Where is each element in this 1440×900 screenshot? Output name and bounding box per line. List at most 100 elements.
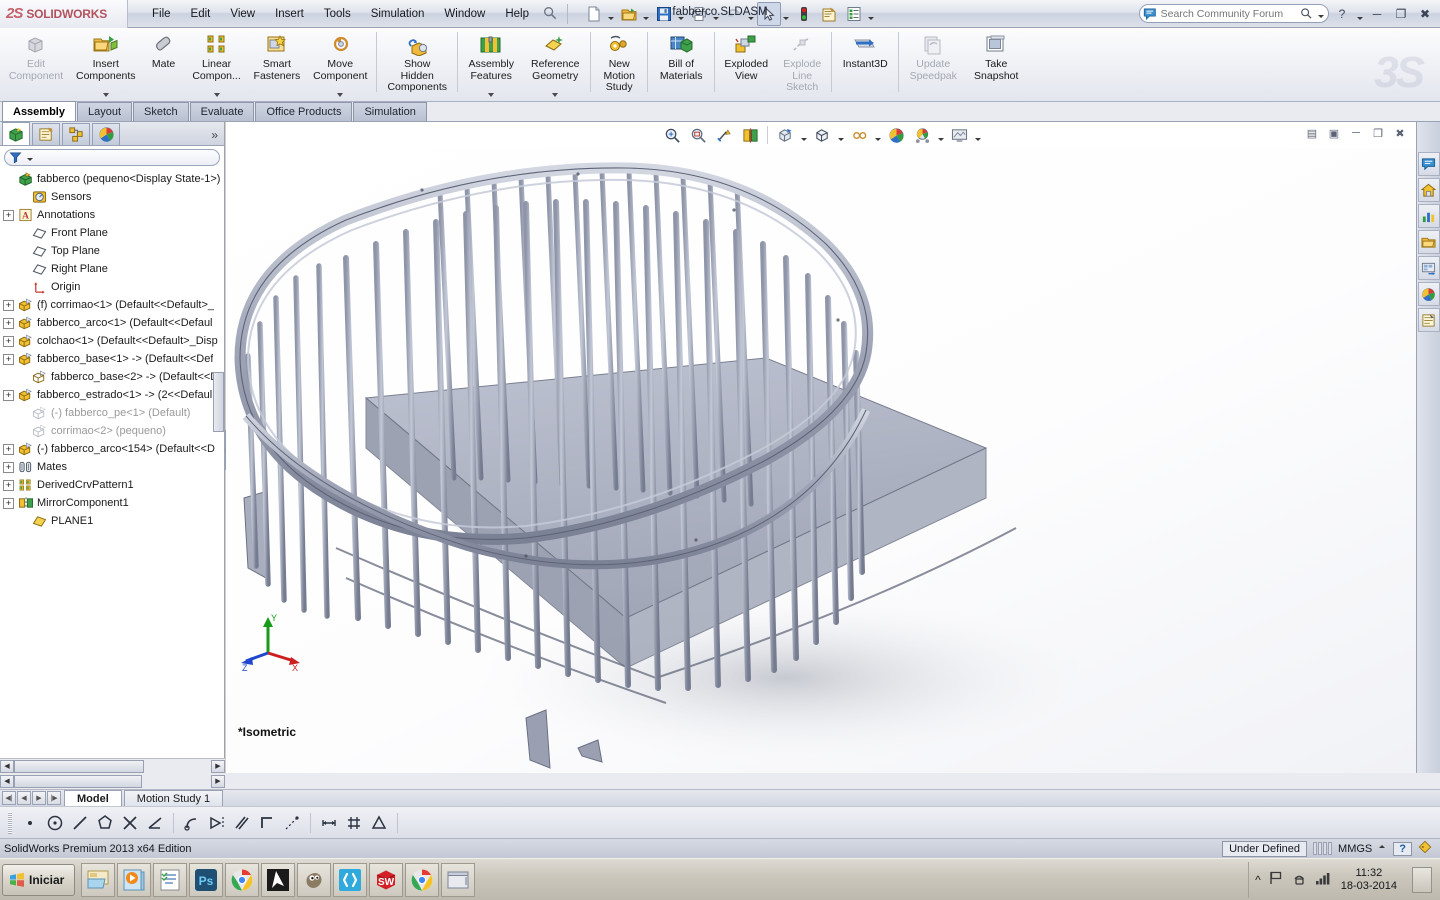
take-snapshot-button[interactable]: Take Snapshot (965, 28, 1027, 100)
tree-expand-toggle[interactable]: + (3, 461, 14, 473)
pin-menu-icon[interactable] (539, 2, 563, 26)
previous-tab-button[interactable]: ◀ (17, 791, 31, 805)
tab-sketch[interactable]: Sketch (133, 102, 189, 121)
select-dropdown[interactable] (782, 2, 791, 26)
close-doc-button[interactable]: ✖ (1390, 124, 1410, 142)
tile-vertically-button[interactable]: ▣ (1324, 124, 1344, 142)
show-hidden-components-button[interactable]: Show Hidden Components (379, 28, 455, 100)
zoom-to-fit-icon[interactable] (660, 124, 684, 146)
taskbar-clock[interactable]: 11:32 18-03-2014 (1337, 867, 1401, 893)
inkscape-icon[interactable] (261, 862, 296, 897)
file-explorer-icon[interactable] (1417, 204, 1440, 228)
hide-show-items-dropdown[interactable] (873, 124, 882, 146)
chrome-icon[interactable] (225, 862, 260, 897)
tree-item-fabberco-arco-1[interactable]: + fabberco_arco<1> (Default<<Defaul (0, 314, 224, 332)
exploded-view-button[interactable]: Exploded View (717, 28, 775, 100)
construction-geometry-icon[interactable] (280, 811, 304, 835)
scroll-right-arrow[interactable]: ▶ (211, 759, 225, 773)
tag-icon[interactable] (1418, 840, 1432, 857)
minimize-window-button[interactable]: ─ (1366, 4, 1388, 24)
tree-item-fabberco-base-1[interactable]: + fabberco_base<1> -> (Default<<Def (0, 350, 224, 368)
scroll-left-arrow[interactable]: ◀ (0, 774, 14, 788)
tree-item-mates[interactable]: + Mates (0, 458, 224, 476)
circle-icon[interactable] (43, 811, 67, 835)
tab-model[interactable]: Model (64, 790, 122, 806)
mirror-entities-icon[interactable] (205, 811, 229, 835)
assembly-features-dropdown[interactable] (488, 93, 495, 97)
bill-of-materials-button[interactable]: Bill of Materials (650, 28, 712, 100)
corner-rectangle-icon[interactable] (255, 811, 279, 835)
reference-geometry-dropdown[interactable] (552, 93, 559, 97)
scroll-left-arrow[interactable]: ◀ (0, 759, 14, 773)
tab-simulation[interactable]: Simulation (353, 102, 427, 121)
apply-scene-icon[interactable] (910, 124, 934, 146)
filter-input-pill[interactable] (4, 148, 220, 166)
tree-item-mirror-component-1[interactable]: + MirrorComponent1 (0, 494, 224, 512)
menu-insert[interactable]: Insert (265, 4, 314, 24)
tree-expand-toggle[interactable]: + (3, 299, 14, 311)
custom-properties-icon[interactable] (1417, 308, 1440, 332)
offset-entities-icon[interactable] (230, 811, 254, 835)
scroll-right-arrow[interactable]: ▶ (211, 774, 225, 788)
tree-horizontal-scrollbar[interactable]: ◀ ▶ (0, 758, 225, 773)
tile-horizontally-button[interactable]: ▤ (1302, 124, 1322, 142)
tree-expand-toggle[interactable]: + (3, 389, 14, 401)
undo-icon[interactable] (722, 2, 746, 26)
brackets-icon[interactable] (333, 862, 368, 897)
first-tab-button[interactable]: ◀| (2, 791, 16, 805)
edit-appearance-icon[interactable] (884, 124, 908, 146)
open-document-dropdown[interactable] (642, 2, 651, 26)
search-folder-icon[interactable] (1417, 230, 1440, 254)
tab-office-products[interactable]: Office Products (255, 102, 353, 121)
toolbar-grip[interactable] (8, 811, 12, 834)
angle-icon[interactable] (143, 811, 167, 835)
hide-show-items-icon[interactable] (847, 124, 871, 146)
instant3d-button[interactable]: Instant3D (834, 28, 896, 100)
show-desktop-button[interactable] (1412, 866, 1432, 893)
search-dropdown[interactable] (1316, 6, 1325, 22)
tree-item-fabberco-arco-154[interactable]: + (-) fabberco_arco<154> (Default<<D (0, 440, 224, 458)
tree-item-fabberco-pe-1[interactable]: (-) fabberco_pe<1> (Default) (0, 404, 224, 422)
display-style-dropdown[interactable] (836, 124, 845, 146)
move-component-dropdown[interactable] (337, 93, 344, 97)
menu-file[interactable]: File (142, 4, 181, 24)
tree-item-fabberco-estrado-1[interactable]: + fabberco_estrado<1> -> (2<<Defaul (0, 386, 224, 404)
units-label[interactable]: MMGS (1338, 843, 1372, 855)
tree-item-fabberco-base-2[interactable]: fabberco_base<2> -> (Default<<Def (0, 368, 224, 386)
explode-line-sketch-button[interactable]: Explode Line Sketch (775, 28, 829, 100)
units-dropdown[interactable] (1378, 841, 1387, 857)
new-motion-study-button[interactable]: New Motion Study (593, 28, 645, 100)
display-manager-tab[interactable] (92, 123, 120, 145)
network-icon[interactable] (1291, 870, 1307, 889)
tree-item-sensors[interactable]: Sensors (0, 188, 224, 206)
model-viewport[interactable]: Y X Z *Isometric (226, 148, 1416, 773)
smart-dimension-icon[interactable] (317, 811, 341, 835)
save-icon[interactable] (652, 2, 676, 26)
menu-tools[interactable]: Tools (314, 4, 361, 24)
show-hidden-icons-icon[interactable]: ^ (1255, 873, 1261, 887)
tree-item-top-plane[interactable]: Top Plane (0, 242, 224, 260)
windows-explorer-icon[interactable] (81, 862, 116, 897)
reference-geometry-button[interactable]: Reference Geometry (522, 28, 588, 100)
tree-expand-toggle[interactable]: + (3, 209, 14, 221)
gimp-icon[interactable] (297, 862, 332, 897)
tree-expand-toggle[interactable]: + (3, 443, 14, 455)
appearances-scenes-icon[interactable] (1417, 282, 1440, 306)
tree-expand-toggle[interactable]: + (3, 317, 14, 329)
file-properties-icon[interactable] (817, 2, 841, 26)
scroll-thumb[interactable] (14, 774, 142, 788)
restore-window-button[interactable]: ❐ (1390, 4, 1412, 24)
mate-button[interactable]: Mate (142, 28, 186, 100)
options-dropdown[interactable] (867, 2, 876, 26)
tree-vertical-scrollbar[interactable] (213, 372, 224, 432)
feature-manager-tab[interactable] (2, 122, 30, 145)
tree-expand-toggle[interactable]: + (3, 353, 14, 365)
help-dropdown[interactable] (1355, 2, 1364, 26)
tab-evaluate[interactable]: Evaluate (189, 102, 255, 121)
save-dropdown[interactable] (677, 2, 686, 26)
tree-item-corrimao-1[interactable]: + (f) corrimao<1> (Default<<Default>_ (0, 296, 224, 314)
options-icon[interactable] (842, 2, 866, 26)
view-settings-dropdown[interactable] (973, 124, 982, 146)
view-settings-icon[interactable] (947, 124, 971, 146)
next-tab-button[interactable]: ▶ (32, 791, 46, 805)
